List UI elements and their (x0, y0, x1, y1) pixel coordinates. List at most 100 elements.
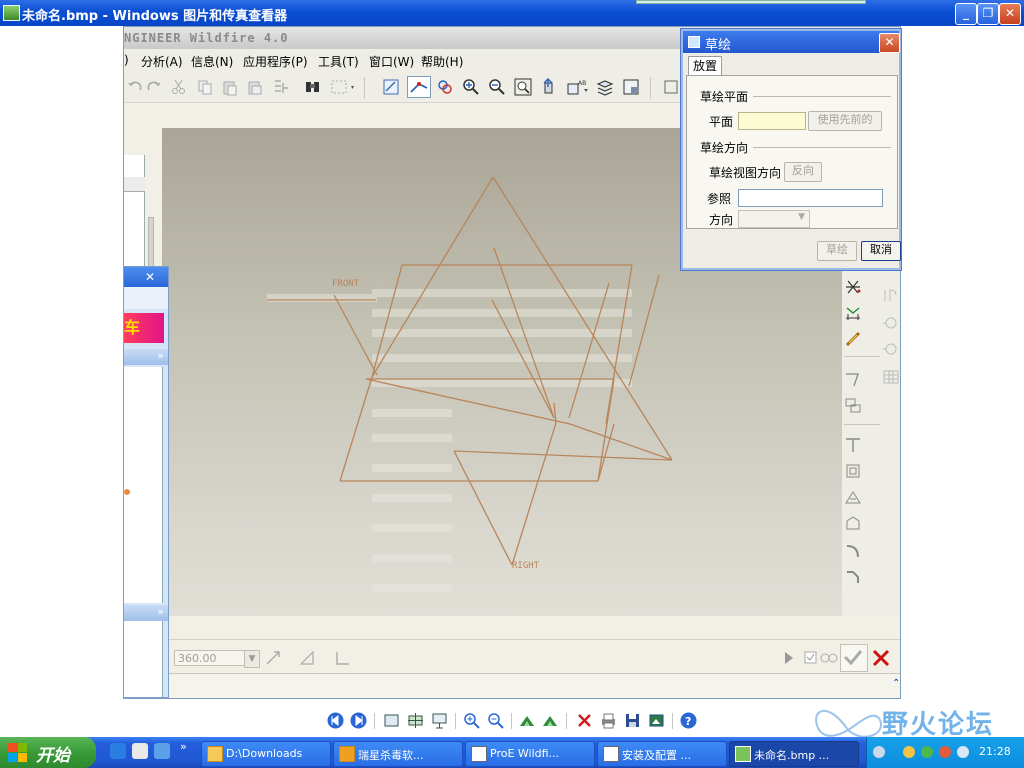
orientation-dropdown[interactable]: ▼ (738, 210, 810, 228)
copy-icon[interactable] (196, 78, 214, 96)
delete-segment-icon[interactable] (844, 277, 862, 295)
paste-icon[interactable] (221, 78, 239, 96)
paste-special-icon[interactable] (246, 78, 264, 96)
restore-button[interactable]: ❐ (977, 3, 999, 25)
actual-size-icon[interactable] (407, 712, 424, 729)
redo-icon[interactable] (145, 78, 163, 96)
regenerate-icon[interactable] (272, 78, 290, 96)
select-box-icon[interactable] (330, 78, 356, 96)
next-image-icon[interactable] (350, 712, 367, 729)
sketch-icon[interactable] (382, 78, 400, 96)
toolbar-separator (374, 713, 375, 729)
reference-field[interactable] (738, 189, 883, 207)
antivirus-icon[interactable] (939, 746, 951, 758)
menu-item-help[interactable]: 帮助(H) (421, 53, 463, 70)
sweep-icon[interactable] (882, 340, 900, 358)
side-panel-section-header[interactable]: » (124, 349, 168, 365)
extrude-icon[interactable] (882, 286, 900, 304)
layers-icon[interactable] (596, 78, 614, 96)
hole-icon[interactable] (844, 436, 862, 454)
zoom-in-icon[interactable] (462, 78, 480, 96)
save-icon[interactable] (624, 712, 641, 729)
rotate-clockwise-icon[interactable] (519, 712, 536, 729)
zoom-out-icon[interactable] (487, 712, 504, 729)
remove-material-icon[interactable] (334, 649, 352, 667)
view-manager-icon[interactable] (622, 78, 640, 96)
slideshow-icon[interactable] (431, 712, 448, 729)
side-panel-close-button[interactable]: ✕ (140, 269, 160, 285)
cancel-button[interactable]: 取消 (861, 241, 901, 261)
datum-axis-icon[interactable] (844, 396, 862, 414)
depth-input[interactable]: 360.00 (174, 650, 246, 666)
refit-icon[interactable] (514, 78, 532, 96)
print-icon[interactable] (600, 712, 617, 729)
rib-icon[interactable] (844, 488, 862, 506)
round-icon[interactable] (844, 542, 862, 560)
depth-dropdown-button[interactable]: ▼ (244, 650, 260, 668)
side-panel-list-2[interactable] (124, 621, 163, 697)
menu-item-prev[interactable]: ) (124, 53, 129, 67)
cancel-x-icon[interactable] (870, 647, 892, 669)
status-scroll[interactable]: ⌃ (892, 678, 900, 696)
undo-icon[interactable] (126, 78, 144, 96)
task-image-viewer[interactable]: 未命名.bmp ... (729, 741, 859, 767)
task-downloads[interactable]: D:\Downloads (201, 741, 331, 767)
pattern-icon[interactable] (882, 368, 900, 386)
zoom-in-icon[interactable] (463, 712, 480, 729)
volume-icon[interactable] (957, 746, 969, 758)
orient-icon[interactable] (540, 78, 558, 96)
edit-image-icon[interactable] (648, 712, 665, 729)
task-rising-antivirus[interactable]: 瑞星杀毒软... (333, 741, 463, 767)
qq-icon[interactable] (903, 746, 915, 758)
quicklaunch-more-icon[interactable]: » (180, 740, 187, 753)
task-install-config[interactable]: 安装及配置 ... (597, 741, 727, 767)
start-button[interactable]: 开始 (0, 737, 96, 768)
rotate-counterclockwise-icon[interactable] (542, 712, 559, 729)
preview-icon[interactable] (804, 649, 838, 667)
flip-direction-icon[interactable] (264, 649, 282, 667)
constraint-icon[interactable] (844, 330, 862, 348)
menu-item-analysis[interactable]: 分析(A) (141, 53, 183, 70)
side-panel-list[interactable] (124, 367, 163, 603)
dialog-close-button[interactable]: ✕ (879, 33, 900, 53)
keyboard-icon[interactable] (873, 746, 885, 758)
zoom-out-icon[interactable] (488, 78, 506, 96)
sketch-button[interactable]: 草绘 (817, 241, 857, 261)
saved-views-icon[interactable]: AB (566, 78, 590, 96)
datum-point-icon[interactable] (407, 76, 431, 98)
menu-item-info[interactable]: 信息(N) (191, 53, 233, 70)
datum-plane-icon[interactable] (844, 370, 862, 388)
ad-banner[interactable]: 车 (124, 313, 164, 343)
cut-icon[interactable] (170, 78, 188, 96)
use-previous-button[interactable]: 使用先前的 (808, 111, 882, 131)
more-icon[interactable] (662, 78, 680, 96)
plane-field[interactable] (738, 112, 806, 130)
delete-icon[interactable] (576, 712, 593, 729)
menu-item-applications[interactable]: 应用程序(P) (243, 53, 308, 70)
menu-item-window[interactable]: 窗口(W) (369, 53, 414, 70)
menu-item-tools[interactable]: 工具(T) (318, 53, 359, 70)
chamfer-icon[interactable] (844, 568, 862, 586)
desktop-quicklaunch-icon[interactable] (132, 743, 148, 759)
tab-placement[interactable]: 放置 (688, 56, 722, 76)
side-panel-section-header-2[interactable]: » (124, 605, 168, 621)
flip-button[interactable]: 反向 (784, 162, 822, 182)
best-fit-icon[interactable] (383, 712, 400, 729)
network-icon[interactable] (921, 746, 933, 758)
media-quicklaunch-icon[interactable] (154, 743, 170, 759)
find-icon[interactable] (304, 78, 322, 96)
task-proe[interactable]: ProE Wildfi... (465, 741, 595, 767)
ie-quicklaunch-icon[interactable] (110, 743, 126, 759)
previous-image-icon[interactable] (327, 712, 344, 729)
draft-icon[interactable] (844, 514, 862, 532)
close-button[interactable]: ✕ (999, 3, 1021, 25)
revolve-icon[interactable] (882, 314, 900, 332)
confirm-button[interactable] (840, 644, 868, 672)
pause-icon[interactable] (782, 649, 796, 667)
minimize-button[interactable]: _ (955, 3, 977, 25)
dimension-icon[interactable] (844, 304, 862, 322)
shell-icon[interactable] (844, 462, 862, 480)
help-icon[interactable]: ? (680, 712, 697, 729)
thicken-icon[interactable] (298, 649, 316, 667)
spin-center-icon[interactable] (436, 78, 454, 96)
